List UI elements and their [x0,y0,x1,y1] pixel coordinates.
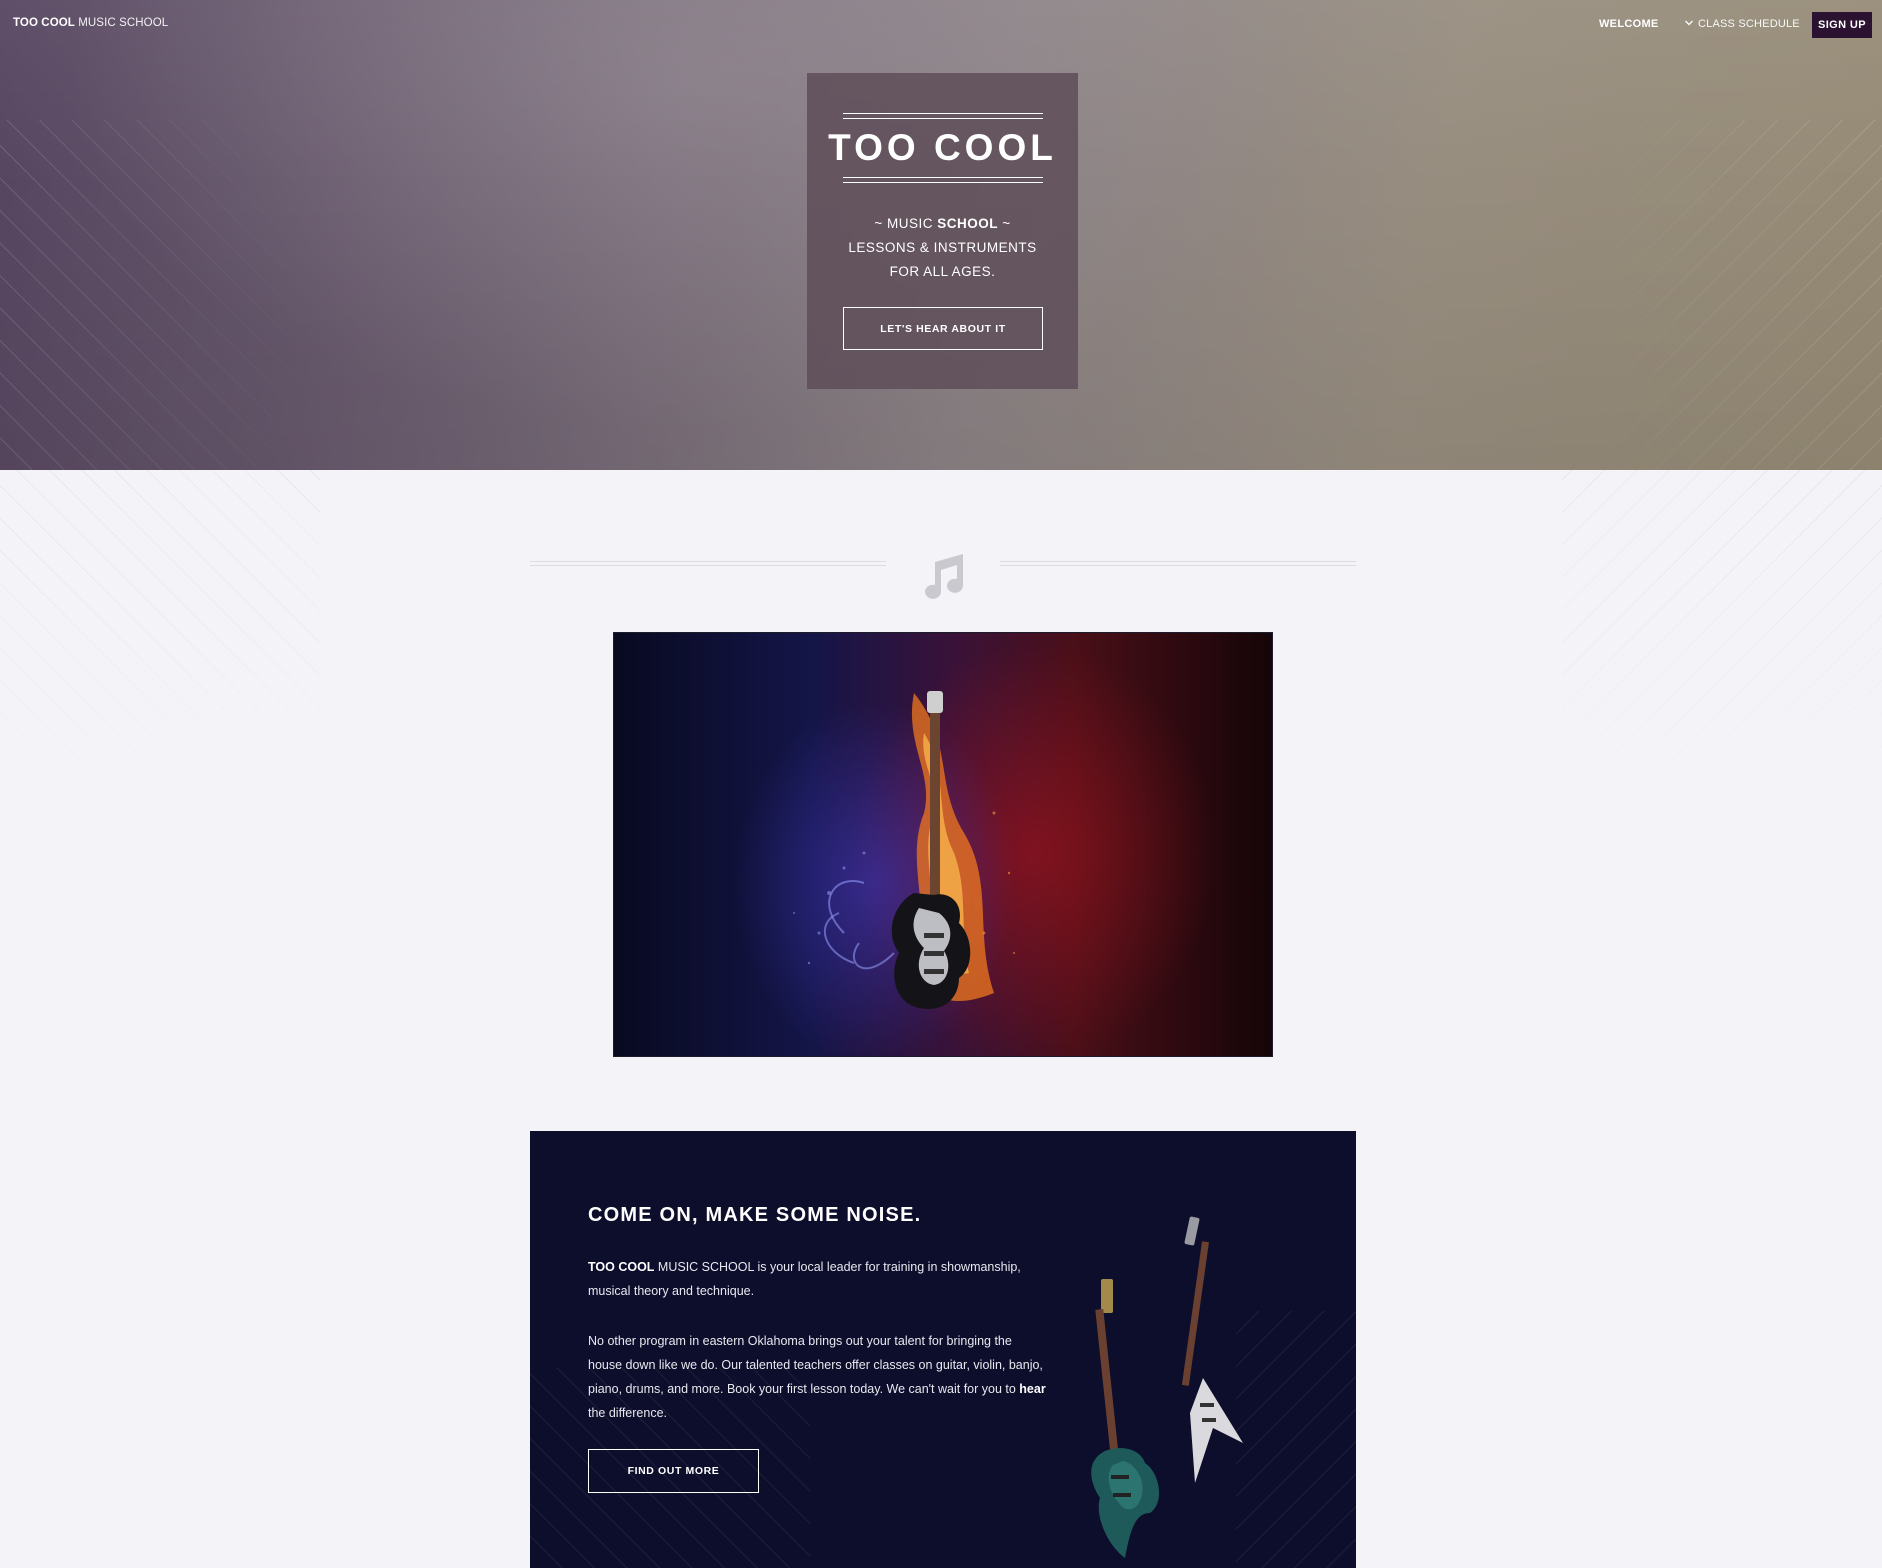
brand-logo[interactable]: TOO COOL MUSIC SCHOOL [13,17,168,29]
brand-light: MUSIC SCHOOL [78,17,169,29]
divider-right [1000,561,1356,566]
noise-title: COME ON, MAKE SOME NOISE. [588,1204,922,1226]
hero-card: TOO COOL ~ MUSIC SCHOOL ~ LESSONS & INST… [807,73,1078,389]
guitar-fire-water-image [613,632,1273,1057]
hero-subtitle: ~ MUSIC SCHOOL ~ LESSONS & INSTRUMENTS F… [807,212,1078,284]
nav-class-schedule-label: CLASS SCHEDULE [1698,18,1800,30]
hero-subtitle-line2: LESSONS & INSTRUMENTS [848,240,1037,255]
main-decor-lines-left [0,470,320,810]
sign-up-button[interactable]: SIGN UP [1812,12,1872,38]
chevron-down-icon [1685,20,1693,26]
find-out-more-button[interactable]: FIND OUT MORE [588,1449,759,1493]
main-decor-lines-right [1562,470,1882,810]
electric-guitars-image [1091,1216,1243,1558]
music-note-icon [925,554,963,599]
brand-bold: TOO COOL [13,17,75,29]
nav-welcome-link[interactable]: WELCOME [1599,18,1659,30]
lets-hear-about-it-button[interactable]: LET'S HEAR ABOUT IT [843,307,1043,350]
hero-subtitle-line3: FOR ALL AGES. [889,264,996,279]
make-some-noise-section: COME ON, MAKE SOME NOISE. TOO COOL MUSIC… [530,1131,1356,1568]
nav-class-schedule-dropdown[interactable]: CLASS SCHEDULE [1684,18,1800,30]
top-nav: TOO COOL MUSIC SCHOOL WELCOME CLASS SCHE… [0,0,1882,50]
noise-paragraph-1: TOO COOL MUSIC SCHOOL is your local lead… [588,1260,1021,1298]
hero-rule-top [843,113,1043,119]
divider-left [530,561,886,566]
hero-title: TOO COOL [828,127,1057,168]
hero-rule-bottom [843,177,1043,183]
noise-paragraph-2: No other program in eastern Oklahoma bri… [588,1334,1046,1420]
hero-decor-lines-left [0,120,320,470]
hero-subtitle-line1: ~ MUSIC SCHOOL ~ [874,216,1011,231]
hero-decor-lines-right [1562,120,1882,470]
guitar-illustration [793,691,1015,1009]
